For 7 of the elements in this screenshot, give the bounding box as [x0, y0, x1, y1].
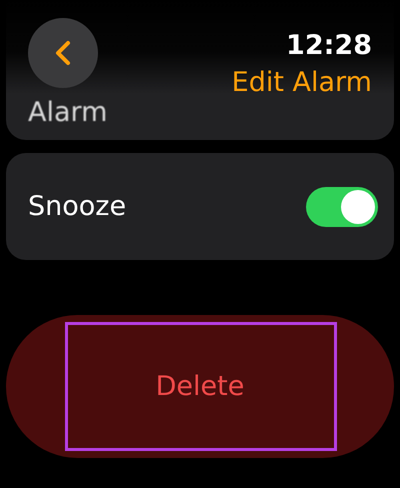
- clock-time: 12:28: [286, 30, 372, 61]
- toggle-switch[interactable]: [306, 186, 378, 226]
- chevron-left-icon: [55, 40, 71, 66]
- alarm-label: Alarm: [28, 97, 108, 128]
- alarm-card[interactable]: Alarm: [6, 94, 394, 140]
- delete-button[interactable]: Delete: [6, 315, 394, 458]
- setting-label: Snooze: [28, 191, 126, 222]
